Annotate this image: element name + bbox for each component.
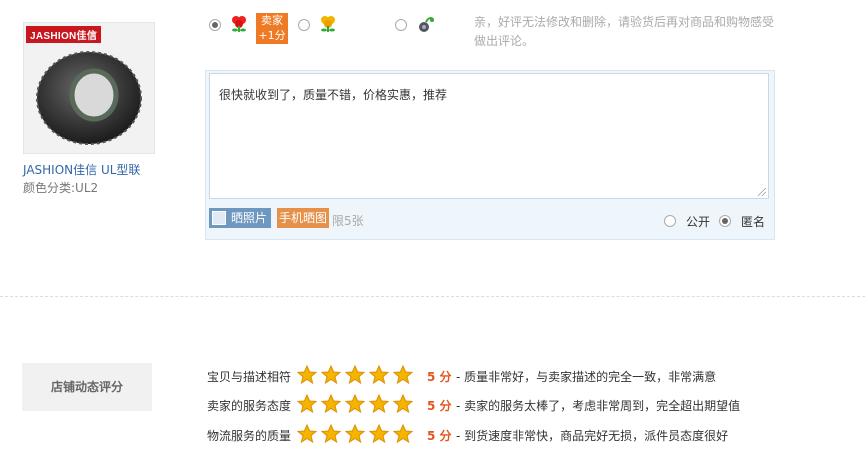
star-rating[interactable] [297, 394, 417, 416]
score-description: - 卖家的服务太棒了，考虑非常周到，完全超出期望值 [456, 399, 741, 413]
product-name-link[interactable]: JASHION佳信 UL型联 [23, 161, 140, 178]
resize-handle-icon[interactable] [758, 188, 766, 196]
score-description: - 到货速度非常快，商品完好无损，派件员态度很好 [456, 429, 729, 443]
wilted-bad-icon [419, 17, 434, 32]
rose-good-icon [232, 16, 246, 32]
rating-neutral-radio[interactable] [298, 19, 310, 31]
coupling-tire-image [36, 51, 142, 145]
anonymous-radio[interactable] [719, 215, 731, 227]
star-icon[interactable] [297, 424, 317, 444]
star-icon[interactable] [369, 394, 389, 414]
review-panel: 很快就收到了，质量不错，价格实惠，推荐 晒照片 手机晒图 限5张 公开 匿名 [205, 70, 775, 240]
product-sku: 颜色分类:UL2 [23, 181, 99, 195]
anonymous-label: 匿名 [741, 215, 766, 229]
star-icon[interactable] [369, 424, 389, 444]
flower-neutral-icon [321, 16, 335, 32]
picture-icon [212, 211, 226, 225]
star-icon[interactable] [345, 424, 365, 444]
public-label: 公开 [686, 215, 711, 229]
upload-photo-button[interactable]: 晒照片 [209, 208, 271, 228]
star-rating[interactable] [297, 365, 417, 387]
star-icon[interactable] [321, 424, 341, 444]
score-value: 5 分 [427, 429, 452, 443]
seller-bonus-badge: 卖家 +1分 [256, 13, 288, 44]
score-value: 5 分 [427, 399, 452, 413]
star-icon[interactable] [345, 365, 365, 385]
score-label: 宝贝与描述相符 [207, 370, 292, 384]
score-label: 物流服务的质量 [207, 429, 292, 443]
shop-rating-title: 店铺动态评分 [22, 363, 152, 411]
score-label: 卖家的服务态度 [207, 399, 292, 413]
star-icon[interactable] [297, 365, 317, 385]
rating-good-radio[interactable] [209, 19, 221, 31]
star-icon[interactable] [393, 394, 413, 414]
star-icon[interactable] [321, 394, 341, 414]
mobile-upload-button[interactable]: 手机晒图 [277, 208, 329, 228]
star-icon[interactable] [369, 365, 389, 385]
section-divider [0, 296, 865, 297]
star-rating[interactable] [297, 424, 417, 446]
rating-bad-radio[interactable] [395, 19, 407, 31]
star-icon[interactable] [393, 365, 413, 385]
star-icon[interactable] [321, 365, 341, 385]
review-notice: 亲，好评无法修改和删除，请验货后再对商品和购物感受做出评论。 [474, 15, 775, 48]
public-radio[interactable] [664, 215, 676, 227]
photo-limit: 限5张 [332, 214, 364, 228]
star-icon[interactable] [297, 394, 317, 414]
score-value: 5 分 [427, 370, 452, 384]
review-textarea[interactable]: 很快就收到了，质量不错，价格实惠，推荐 [209, 73, 769, 199]
score-description: - 质量非常好，与卖家描述的完全一致，非常满意 [456, 370, 717, 384]
star-icon[interactable] [345, 394, 365, 414]
review-text: 很快就收到了，质量不错，价格实惠，推荐 [219, 88, 448, 102]
star-icon[interactable] [393, 424, 413, 444]
product-thumbnail[interactable]: JASHION佳信 [23, 22, 155, 154]
